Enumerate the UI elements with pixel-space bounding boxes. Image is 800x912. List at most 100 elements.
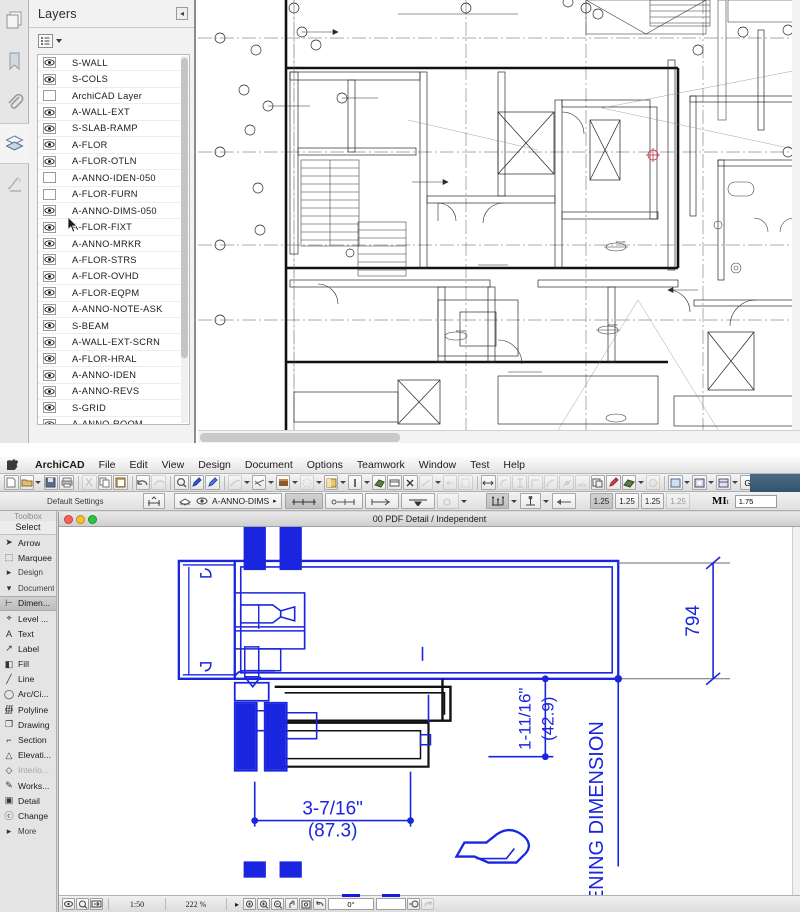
- zoom-out-icon[interactable]: [271, 898, 284, 910]
- layer-row[interactable]: A-FLOR: [38, 137, 189, 154]
- layers-list[interactable]: S-WALL S-COLS ArchiCAD Layer A-WALL-EXT S-SL…: [37, 54, 190, 425]
- undo-icon[interactable]: [135, 475, 151, 490]
- menu-view[interactable]: View: [155, 459, 192, 471]
- orientation-icon[interactable]: [90, 898, 103, 910]
- rotation-angle-field[interactable]: 0°: [328, 894, 374, 910]
- pages-icon[interactable]: [0, 0, 29, 41]
- dim-leader-button[interactable]: [551, 493, 576, 509]
- zoom-in-icon[interactable]: [257, 898, 270, 910]
- toolbox-item-change[interactable]: ⓒ Change: [0, 808, 56, 823]
- menu-document[interactable]: Document: [238, 459, 300, 471]
- collapse-panel-button[interactable]: ◂: [176, 7, 188, 20]
- layer-row[interactable]: S-GRID: [38, 400, 189, 417]
- toolbox-item-arc-ci[interactable]: ◯ Arc/Ci...: [0, 687, 56, 702]
- dimension-settings-icon[interactable]: [387, 475, 403, 490]
- witness-line-style-button[interactable]: [519, 493, 541, 509]
- apple-logo-icon[interactable]: [5, 458, 19, 473]
- layer-settings-icon[interactable]: [251, 475, 267, 490]
- chevron-down-icon[interactable]: [461, 494, 468, 509]
- save-icon[interactable]: [43, 475, 59, 490]
- layer-visibility-checkbox[interactable]: [43, 188, 56, 200]
- layer-visibility-checkbox[interactable]: [43, 270, 56, 282]
- group-icon[interactable]: [590, 475, 606, 490]
- chevron-down-icon[interactable]: [732, 475, 739, 490]
- renovation-filter-icon[interactable]: [371, 475, 387, 490]
- layer-visibility-checkbox[interactable]: [43, 57, 56, 69]
- toolbox-item-marquee[interactable]: ⬚ Marquee: [0, 550, 56, 565]
- dim-style-linear-button[interactable]: [284, 493, 323, 509]
- toolbox-item-elevati[interactable]: △ Elevati...: [0, 748, 56, 763]
- menu-window[interactable]: Window: [412, 459, 463, 471]
- new-document-icon[interactable]: [4, 475, 19, 490]
- zoom-marquee-icon[interactable]: [407, 898, 420, 910]
- layer-row[interactable]: A-ANNO-IDEN-050: [38, 170, 189, 187]
- pen-weight-4[interactable]: 1.25: [666, 493, 690, 509]
- scrollbar-thumb[interactable]: [181, 58, 188, 358]
- chevron-down-icon[interactable]: [637, 475, 644, 490]
- copy-icon[interactable]: [97, 475, 113, 490]
- toolbox-item-drawing[interactable]: ❐ Drawing: [0, 717, 56, 732]
- layer-row[interactable]: S-COLS: [38, 71, 189, 88]
- layer-row[interactable]: ArchiCAD Layer: [38, 88, 189, 105]
- toolbox-item-fill[interactable]: ◧ Fill: [0, 657, 56, 672]
- witness-line-on-button[interactable]: [485, 493, 509, 509]
- orientation-field[interactable]: [376, 894, 406, 910]
- layer-visibility-icon[interactable]: [62, 898, 75, 910]
- drawing-canvas[interactable]: 794 1-11/16" (42.9) 3-7/16" (87.3) OPENI…: [59, 527, 792, 895]
- zoom-detail-icon[interactable]: [76, 898, 89, 910]
- find-icon[interactable]: [173, 475, 189, 490]
- material-icon[interactable]: [275, 475, 291, 490]
- layer-row[interactable]: S-SLAB-RAMP: [38, 121, 189, 138]
- menu-file[interactable]: File: [92, 459, 123, 471]
- paint-icon[interactable]: [606, 475, 621, 490]
- organizer-icon[interactable]: [692, 475, 707, 490]
- zoom-fit-icon[interactable]: [243, 898, 256, 910]
- pdf-horizontal-scrollbar[interactable]: [198, 430, 800, 443]
- pen-alt-icon[interactable]: [205, 475, 220, 490]
- layer-visibility-checkbox[interactable]: [43, 418, 56, 424]
- chevron-down-icon[interactable]: [291, 475, 298, 490]
- document-title-bar[interactable]: 00 PDF Detail / Independent: [59, 512, 800, 527]
- pen-weight-3[interactable]: 1.25: [640, 493, 665, 509]
- layer-visibility-checkbox[interactable]: [43, 320, 56, 332]
- open-folder-icon[interactable]: [19, 475, 35, 490]
- layer-row[interactable]: A-ANNO-DIMS-050: [38, 203, 189, 220]
- layer-visibility-checkbox[interactable]: [43, 254, 56, 266]
- layer-visibility-checkbox[interactable]: [43, 106, 56, 118]
- layer-visibility-checkbox[interactable]: [43, 90, 56, 102]
- dimension-type-icon[interactable]: [143, 493, 165, 509]
- rotate-view-icon[interactable]: [421, 898, 434, 910]
- elevation-marker-icon[interactable]: [347, 475, 363, 490]
- layer-row[interactable]: S-WALL: [38, 55, 189, 72]
- line-tool-icon[interactable]: [418, 475, 434, 490]
- grid-icon[interactable]: [299, 475, 315, 490]
- layer-visibility-checkbox[interactable]: [43, 369, 56, 381]
- snap-icon[interactable]: [403, 475, 418, 490]
- chevron-down-icon[interactable]: [56, 38, 62, 43]
- signatures-icon[interactable]: [0, 164, 29, 205]
- layer-visibility-checkbox[interactable]: [43, 155, 56, 167]
- pdf-page-view[interactable]: ROOM ROOM ROOM: [198, 0, 800, 443]
- split-icon[interactable]: [559, 475, 574, 490]
- dim-style-radial-button[interactable]: [364, 493, 399, 509]
- pdf-vertical-scrollbar[interactable]: [792, 0, 800, 430]
- layer-visibility-checkbox[interactable]: [43, 205, 56, 217]
- bookmarks-icon[interactable]: [0, 41, 29, 82]
- scrollbar-thumb[interactable]: [200, 433, 400, 442]
- chevron-down-icon[interactable]: [363, 475, 370, 490]
- layer-row[interactable]: A-WALL-EXT: [38, 104, 189, 121]
- chevron-down-icon[interactable]: [315, 475, 322, 490]
- layer-visibility-checkbox[interactable]: [43, 336, 56, 348]
- page-icon[interactable]: [458, 475, 473, 490]
- layer-row[interactable]: A-FLOR-OTLN: [38, 154, 189, 171]
- layer-row[interactable]: A-FLOR-FURN: [38, 187, 189, 203]
- attachments-icon[interactable]: [0, 82, 29, 123]
- chevron-down-icon[interactable]: [243, 475, 250, 490]
- previous-zoom-icon[interactable]: [313, 898, 326, 910]
- cut-icon[interactable]: [81, 475, 97, 490]
- menu-app-name[interactable]: ArchiCAD: [28, 459, 92, 471]
- layer-row[interactable]: S-BEAM: [38, 318, 189, 335]
- menu-edit[interactable]: Edit: [123, 459, 155, 471]
- toolbox-item-text[interactable]: A Text: [0, 626, 56, 641]
- pen-icon[interactable]: [189, 475, 205, 490]
